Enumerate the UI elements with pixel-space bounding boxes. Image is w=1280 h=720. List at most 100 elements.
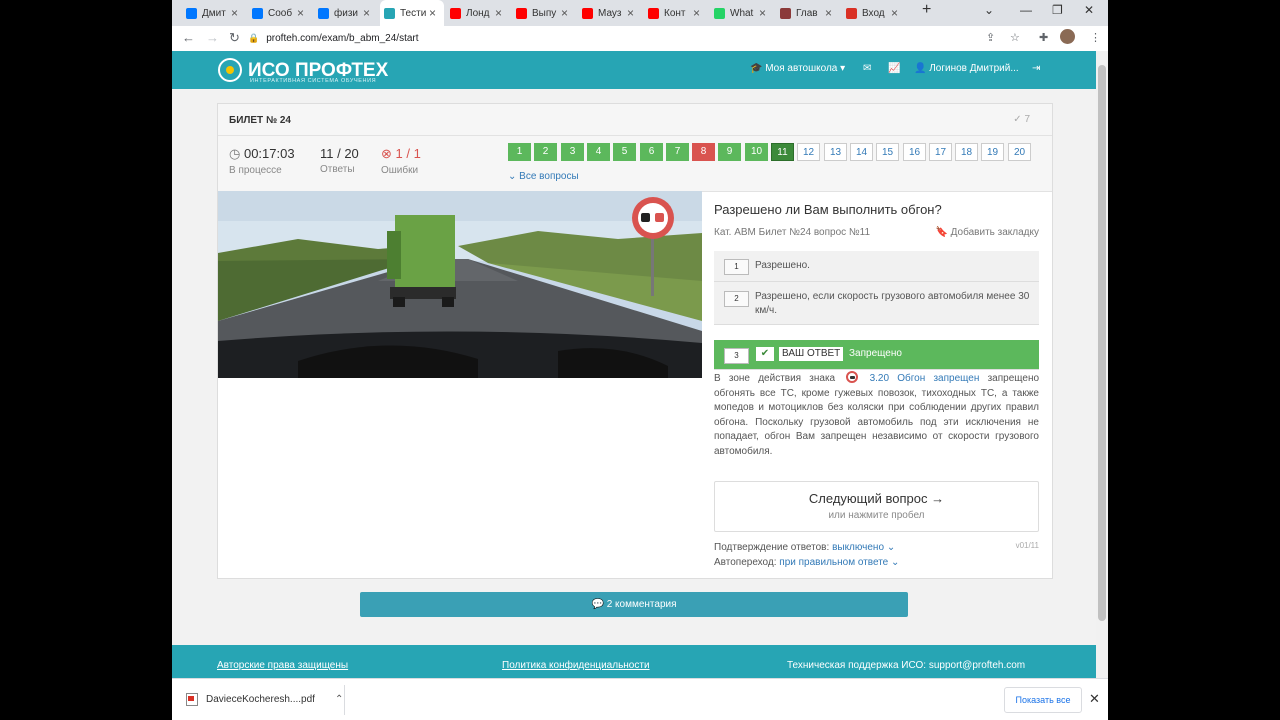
tab-close-icon[interactable]: ×: [825, 6, 832, 20]
tab-search-icon[interactable]: ⌄: [984, 3, 994, 17]
profile-avatar[interactable]: [1060, 29, 1075, 44]
question-number-15[interactable]: 15: [876, 143, 899, 161]
sign-rule-link[interactable]: 3.20 Обгон запрещен: [870, 373, 980, 384]
extensions-icon[interactable]: ✚: [1039, 31, 1048, 44]
add-bookmark-link[interactable]: 🔖 Добавить закладку: [935, 227, 1039, 238]
question-number-7[interactable]: 7: [666, 143, 689, 161]
question-number-20[interactable]: 20: [1008, 143, 1031, 161]
ticket-header: БИЛЕТ № 24 ✓ 7: [218, 104, 1052, 136]
share-icon[interactable]: ⇪: [986, 31, 995, 44]
back-icon[interactable]: ←: [182, 30, 195, 45]
tab-close-icon[interactable]: ×: [231, 6, 238, 20]
stats-chart-icon[interactable]: 📈: [888, 63, 900, 74]
comments-button[interactable]: 💬 2 комментария: [360, 592, 908, 617]
answer-text: Запрещено: [849, 348, 902, 359]
browser-tab[interactable]: Конт ×: [644, 3, 708, 23]
logo-mark-icon: [218, 58, 242, 82]
tab-close-icon[interactable]: ×: [297, 6, 304, 20]
tab-close-icon[interactable]: ×: [495, 6, 502, 20]
question-number-13[interactable]: 13: [824, 143, 847, 161]
browser-tab[interactable]: What ×: [710, 3, 774, 23]
confirm-answers-dropdown[interactable]: выключено: [832, 542, 884, 553]
download-item[interactable]: DavieceKocheresh....pdf ⌃: [186, 693, 343, 706]
tab-title: What: [730, 7, 754, 19]
browser-tab[interactable]: Выпу ×: [512, 3, 576, 23]
all-questions-toggle[interactable]: ⌄ Все вопросы: [508, 171, 579, 182]
browser-tab[interactable]: Дмит ×: [182, 3, 246, 23]
close-icon[interactable]: ✕: [1089, 691, 1100, 707]
window-close-icon[interactable]: ✕: [1084, 3, 1094, 17]
question-number-14[interactable]: 14: [850, 143, 873, 161]
nav-user-label: Логинов Дмитрий...: [929, 63, 1019, 74]
tab-close-icon[interactable]: ×: [561, 6, 568, 20]
browser-tab[interactable]: Лонд ×: [446, 3, 510, 23]
explanation-post: запрещено обгонять все ТС, кроме гужевых…: [714, 373, 1040, 457]
question-number-6[interactable]: 6: [640, 143, 663, 161]
next-question-button[interactable]: Следующий вопрос → или нажмите пробел: [714, 481, 1039, 532]
copyright-link[interactable]: Авторские права защищены: [217, 660, 348, 671]
tab-close-icon[interactable]: ×: [627, 6, 634, 20]
privacy-link[interactable]: Политика конфиденциальности: [502, 660, 650, 671]
tab-title: Глав: [796, 7, 818, 19]
envelope-icon[interactable]: ✉: [863, 63, 871, 74]
timer-label: В процессе: [229, 165, 282, 176]
browser-tab[interactable]: Тести ×: [380, 0, 444, 26]
scrollbar-thumb[interactable]: [1098, 65, 1106, 621]
answer-number: 1: [724, 259, 749, 275]
question-number-8[interactable]: 8: [692, 143, 715, 161]
browser-tab[interactable]: Вход ×: [842, 3, 906, 23]
tab-close-icon[interactable]: ×: [363, 6, 370, 20]
answer-number: 2: [724, 291, 749, 307]
browser-toolbar: ← → ↻ 🔒 profteh.com/exam/b_abm_24/start …: [172, 26, 1108, 52]
errors-label: Ошибки: [381, 165, 419, 176]
browser-tab[interactable]: Сооб ×: [248, 3, 312, 23]
question-number-12[interactable]: 12: [797, 143, 820, 161]
answer-option-1[interactable]: 1 Разрешено.: [714, 251, 1039, 282]
answer-option-2[interactable]: 2 Разрешено, если скорость грузового авт…: [714, 282, 1039, 325]
question-number-19[interactable]: 19: [981, 143, 1004, 161]
new-tab-icon[interactable]: +: [922, 1, 931, 19]
question-number-5[interactable]: 5: [613, 143, 636, 161]
vk-messages-icon: [252, 7, 263, 19]
auto-advance-dropdown[interactable]: при правильном ответе: [779, 557, 888, 568]
question-number-3[interactable]: 3: [561, 143, 584, 161]
question-number-17[interactable]: 17: [929, 143, 952, 161]
tab-close-icon[interactable]: ×: [693, 6, 700, 20]
show-all-downloads-button[interactable]: Показать все: [1004, 687, 1082, 713]
restore-icon[interactable]: ❐: [1052, 3, 1063, 17]
site-icon: [780, 7, 791, 19]
question-number-1[interactable]: 1: [508, 143, 531, 161]
site-logo[interactable]: ИСО ПРОФТЕХ ИНТЕРАКТИВНАЯ СИСТЕМА ОБУЧЕН…: [218, 56, 388, 84]
browser-tab[interactable]: Мауз ×: [578, 3, 642, 23]
page-scrollbar[interactable]: [1096, 51, 1108, 678]
bookmark-star-icon[interactable]: ☆: [1010, 31, 1020, 44]
add-bookmark-label: Добавить закладку: [950, 227, 1039, 238]
question-number-18[interactable]: 18: [955, 143, 978, 161]
question-number-2[interactable]: 2: [534, 143, 557, 161]
question-number-10[interactable]: 10: [745, 143, 768, 161]
question-number-11[interactable]: 11: [771, 143, 794, 161]
clock-icon: ◷: [229, 146, 241, 161]
nav-my-school[interactable]: 🎓 Моя автошкола ▾: [750, 63, 845, 74]
check-count-value: 7: [1024, 114, 1030, 125]
forward-icon[interactable]: →: [206, 30, 219, 45]
address-bar[interactable]: 🔒 profteh.com/exam/b_abm_24/start: [248, 28, 1008, 48]
logout-icon[interactable]: ⇥: [1032, 63, 1040, 74]
question-number-9[interactable]: 9: [718, 143, 741, 161]
answer-option-3-selected[interactable]: 3 ✔ ВАШ ОТВЕТ Запрещено: [714, 340, 1039, 370]
minimize-icon[interactable]: —: [1020, 3, 1032, 17]
nav-user[interactable]: 👤 Логинов Дмитрий...: [914, 63, 1019, 74]
youtube-icon: [516, 7, 527, 19]
browser-tab[interactable]: Глав ×: [776, 3, 840, 23]
question-number-4[interactable]: 4: [587, 143, 610, 161]
reload-icon[interactable]: ↻: [229, 30, 240, 46]
answers-value: 11 / 20: [320, 146, 359, 161]
tab-close-icon[interactable]: ×: [891, 6, 898, 20]
tab-title: физи: [334, 7, 358, 19]
menu-icon[interactable]: ⋮: [1090, 31, 1101, 44]
question-number-16[interactable]: 16: [903, 143, 926, 161]
tab-close-icon[interactable]: ×: [429, 6, 436, 20]
chevron-up-icon[interactable]: ⌃: [335, 694, 343, 705]
tab-close-icon[interactable]: ×: [759, 6, 766, 20]
browser-tab[interactable]: физи ×: [314, 3, 378, 23]
